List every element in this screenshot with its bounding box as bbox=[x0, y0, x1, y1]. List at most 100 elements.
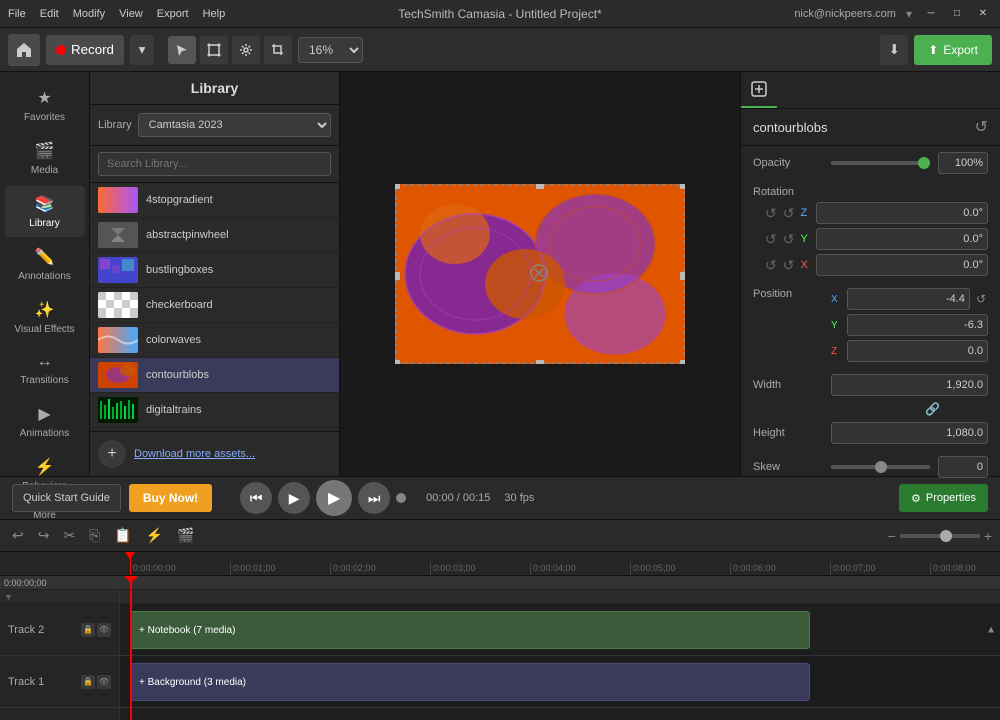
position-y-value[interactable]: -6.3 bbox=[847, 314, 988, 336]
play-pause-button[interactable]: ▶ bbox=[278, 482, 310, 514]
library-item-digitaltrains[interactable]: digitaltrains bbox=[90, 393, 339, 428]
video-button[interactable]: 🎬 bbox=[173, 525, 198, 546]
rotation-y-axis: Y bbox=[800, 233, 810, 245]
select-tool-icon[interactable] bbox=[168, 36, 196, 64]
time-display: 00:00 / 00:15 bbox=[426, 492, 490, 504]
timeline-zoom-slider[interactable] bbox=[900, 534, 980, 538]
transform-tool-icon[interactable] bbox=[200, 36, 228, 64]
rotation-y-icon[interactable]: ↺ bbox=[765, 231, 777, 248]
record-dropdown-button[interactable]: ▾ bbox=[130, 35, 154, 65]
download-icon-button[interactable]: ⬇ bbox=[880, 35, 908, 65]
library-item-contourblobs[interactable]: contourblobs bbox=[90, 358, 339, 393]
menu-help[interactable]: Help bbox=[203, 8, 226, 20]
library-search-input[interactable] bbox=[98, 152, 331, 176]
skew-slider[interactable] bbox=[831, 465, 930, 469]
position-x-reset[interactable]: ↺ bbox=[974, 292, 988, 306]
track-2-lock-button[interactable]: 🔒 bbox=[81, 623, 95, 637]
track-2-expand-icon[interactable]: ▲ bbox=[986, 624, 996, 635]
home-button[interactable] bbox=[8, 34, 40, 66]
close-button[interactable]: ✕ bbox=[974, 5, 992, 23]
copy-button[interactable]: ⎘ bbox=[85, 525, 104, 546]
sidebar-item-annotations[interactable]: ✏️ Annotations bbox=[5, 239, 85, 290]
loop-button[interactable] bbox=[396, 493, 406, 503]
library-item-name: colorwaves bbox=[146, 334, 201, 346]
position-z-value[interactable]: 0.0 bbox=[847, 340, 988, 362]
library-item-checkerboard[interactable]: checkerboard bbox=[90, 288, 339, 323]
library-item-abstractpinwheel[interactable]: abstractpinwheel bbox=[90, 218, 339, 253]
menu-edit[interactable]: Edit bbox=[40, 8, 59, 20]
link-icon-row: 🔗 bbox=[741, 402, 1000, 416]
timeline-toolbar: ↩ ↪ ✂ ⎘ 📋 ⚡ 🎬 − + bbox=[0, 520, 1000, 552]
play-button-large[interactable]: ▶ bbox=[316, 480, 352, 516]
menu-view[interactable]: View bbox=[119, 8, 143, 20]
library-item-colorwaves[interactable]: colorwaves bbox=[90, 323, 339, 358]
width-value[interactable]: 1,920.0 bbox=[831, 374, 988, 396]
menu-modify[interactable]: Modify bbox=[73, 8, 105, 20]
library-add-button[interactable]: + bbox=[98, 440, 126, 468]
ruler-playhead[interactable] bbox=[130, 552, 131, 575]
rotation-z-icon2[interactable]: ↺ bbox=[783, 205, 795, 222]
step-back-button[interactable]: ⏮ bbox=[240, 482, 272, 514]
skew-thumb bbox=[875, 461, 887, 473]
playhead[interactable] bbox=[130, 576, 132, 720]
opacity-label: Opacity bbox=[753, 157, 823, 169]
preview-canvas[interactable] bbox=[395, 184, 685, 364]
track-2-clip-notebook[interactable]: + Notebook (7 media) bbox=[130, 611, 810, 649]
rotation-y-icon2[interactable]: ↺ bbox=[783, 231, 795, 248]
opacity-slider[interactable] bbox=[831, 161, 930, 165]
height-value[interactable]: 1,080.0 bbox=[831, 422, 988, 444]
rotation-z-icon[interactable]: ↺ bbox=[765, 205, 777, 222]
zoom-out-icon[interactable]: − bbox=[888, 528, 896, 544]
track-1-lock-button[interactable]: 🔒 bbox=[81, 675, 95, 689]
timeline: ↩ ↪ ✂ ⎘ 📋 ⚡ 🎬 − + 0:00:00;00 0:00:01;00 … bbox=[0, 520, 1000, 720]
library-thumb-checkerboard bbox=[98, 292, 138, 318]
properties-button[interactable]: ⚙ Properties bbox=[899, 484, 988, 512]
library-thumb-digitaltrains bbox=[98, 397, 138, 423]
sidebar-item-library[interactable]: 📚 Library bbox=[5, 186, 85, 237]
paste-button[interactable]: 📋 bbox=[110, 525, 135, 546]
export-button[interactable]: ⬆ Export bbox=[914, 35, 992, 65]
track-1-visibility-button[interactable]: 👁 bbox=[97, 675, 111, 689]
sidebar-item-transitions[interactable]: ↔ Transitions bbox=[5, 345, 85, 394]
zoom-select[interactable]: 16% 25% 50% 100% bbox=[298, 37, 363, 63]
sidebar-item-animations[interactable]: ▶ Animations bbox=[5, 396, 85, 447]
quick-start-guide-button[interactable]: Quick Start Guide bbox=[12, 484, 121, 512]
rotation-x-icon[interactable]: ↺ bbox=[765, 257, 777, 274]
preview-container bbox=[395, 184, 685, 364]
library-item-4stopgradient[interactable]: 4stopgradient bbox=[90, 183, 339, 218]
redo-button[interactable]: ↪ bbox=[34, 525, 54, 546]
maximize-button[interactable]: □ bbox=[948, 5, 966, 23]
sidebar-item-visual-effects[interactable]: ✨ Visual Effects bbox=[5, 292, 85, 343]
pan-tool-icon[interactable] bbox=[232, 36, 260, 64]
split-button[interactable]: ⚡ bbox=[142, 525, 167, 546]
transitions-icon: ↔ bbox=[37, 353, 53, 371]
dropdown-arrow-icon[interactable]: ▾ bbox=[906, 7, 912, 21]
menu-export[interactable]: Export bbox=[157, 8, 189, 20]
library-select[interactable]: Camtasia 2023 bbox=[138, 113, 331, 137]
minimize-button[interactable]: ─ bbox=[922, 5, 940, 23]
rotation-x-icon2[interactable]: ↺ bbox=[783, 257, 795, 274]
track-1-clip-background[interactable]: + Background (3 media) bbox=[130, 663, 810, 701]
properties-tab-visual[interactable] bbox=[741, 72, 777, 108]
playback-controls: ⏮ ▶ ▶ ⏭ bbox=[240, 480, 406, 516]
track-1-name: Track 1 bbox=[8, 676, 44, 688]
menu-file[interactable]: File bbox=[8, 8, 26, 20]
window-title: TechSmith Camasia - Untitled Project* bbox=[398, 7, 601, 21]
properties-reset-button[interactable]: ↺ bbox=[975, 117, 988, 137]
sidebar-item-media[interactable]: 🎬 Media bbox=[5, 133, 85, 184]
download-assets-link[interactable]: Download more assets... bbox=[134, 448, 255, 460]
undo-button[interactable]: ↩ bbox=[8, 525, 28, 546]
cut-button[interactable]: ✂ bbox=[59, 525, 79, 546]
sidebar-item-favorites[interactable]: ★ Favorites bbox=[5, 80, 85, 131]
step-forward-button[interactable]: ⏭ bbox=[358, 482, 390, 514]
crop-tool-icon[interactable] bbox=[264, 36, 292, 64]
preview-area bbox=[340, 72, 740, 476]
buy-now-button[interactable]: Buy Now! bbox=[129, 484, 212, 512]
track-2-visibility-button[interactable]: 👁 bbox=[97, 623, 111, 637]
position-x-value[interactable]: -4.4 bbox=[847, 288, 970, 310]
zoom-in-icon[interactable]: + bbox=[984, 528, 992, 544]
main-layout: ★ Favorites 🎬 Media 📚 Library ✏️ Annotat… bbox=[0, 72, 1000, 476]
library-item-bustlingboxes[interactable]: bustlingboxes bbox=[90, 253, 339, 288]
expand-icon[interactable]: ▼ bbox=[0, 592, 13, 602]
record-button[interactable]: Record bbox=[46, 35, 124, 65]
